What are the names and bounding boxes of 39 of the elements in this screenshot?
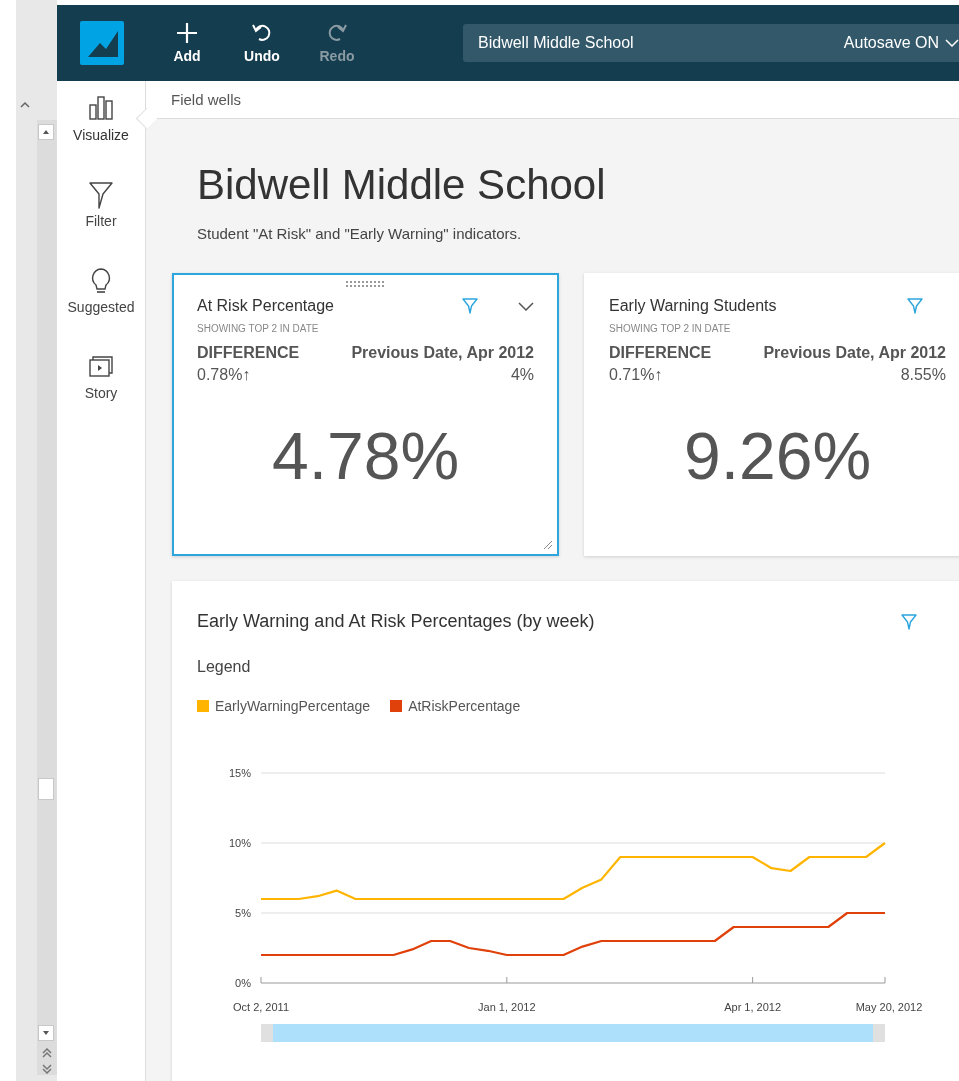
comparison-value: 8.55%	[900, 366, 946, 384]
sidebar-item[interactable]: Visualize	[73, 95, 129, 143]
x-tick-label: May 20, 2012	[855, 1001, 923, 1013]
undo-button[interactable]: Undo	[233, 22, 291, 64]
sheet-subtitle: Student "At Risk" and "Early Warning" indicators.	[197, 225, 523, 242]
y-tick-label: 10%	[228, 837, 251, 849]
y-tick-label: 5%	[235, 907, 251, 919]
kpi-value: 4.78%	[270, 418, 461, 494]
card-title: Early Warning Students	[609, 297, 778, 315]
sidebar-item[interactable]: Story	[84, 353, 118, 401]
difference-label: DIFFERENCE	[609, 344, 712, 362]
x-tick-label: Jan 1, 2012	[478, 1001, 536, 1013]
comparison-label: Previous Date, Apr 2012	[763, 344, 946, 362]
card-subtitle: SHOWING TOP 2 IN DATE	[197, 323, 320, 334]
difference-label: DIFFERENCE	[197, 344, 300, 362]
analysis-name: Bidwell Middle School	[478, 34, 634, 52]
sidebar-item[interactable]: Suggested	[67, 267, 135, 315]
autosave-dropdown[interactable]: Autosave ON	[843, 34, 959, 52]
card-subtitle: SHOWING TOP 2 IN DATE	[609, 323, 732, 334]
legend-label: AtRiskPercentage	[408, 698, 521, 714]
card-title: At Risk Percentage	[197, 297, 335, 315]
comparison-value: 4%	[510, 366, 534, 384]
legend-title: Legend	[197, 658, 252, 676]
comparison-label: Previous Date, Apr 2012	[351, 344, 534, 362]
kpi-value: 9.26%	[682, 418, 873, 494]
field-wells-bar[interactable]: Field wells	[146, 81, 959, 119]
kpi-card[interactable]: At Risk Percentage SHOWING TOP 2 IN DATE DIFFERENCE Previous Date, Apr 2012 0.78%↑ 4% 4.78%	[172, 273, 559, 556]
x-tick-label: Apr 1, 2012	[724, 1001, 782, 1013]
kpi-card[interactable]: Early Warning Students SHOWING TOP 2 IN DATE DIFFERENCE Previous Date, Apr 2012 0.71%↑ 8.55% 9.26%	[584, 273, 959, 556]
sheet-title: Bidwell Middle School	[197, 161, 607, 209]
y-tick-label: 15%	[228, 767, 251, 779]
add-button[interactable]: Add	[158, 22, 216, 64]
chart-title: Early Warning and At Risk Percentages (by week)	[197, 611, 595, 632]
difference-value: 0.78%↑	[197, 366, 251, 384]
legend-label: EarlyWarningPercentage	[215, 698, 371, 714]
y-tick-label: 0%	[235, 977, 251, 989]
sidebar-item[interactable]: Filter	[85, 181, 117, 229]
difference-value: 0.71%↑	[609, 366, 663, 384]
x-tick-label: Oct 2, 2011	[232, 1001, 290, 1013]
